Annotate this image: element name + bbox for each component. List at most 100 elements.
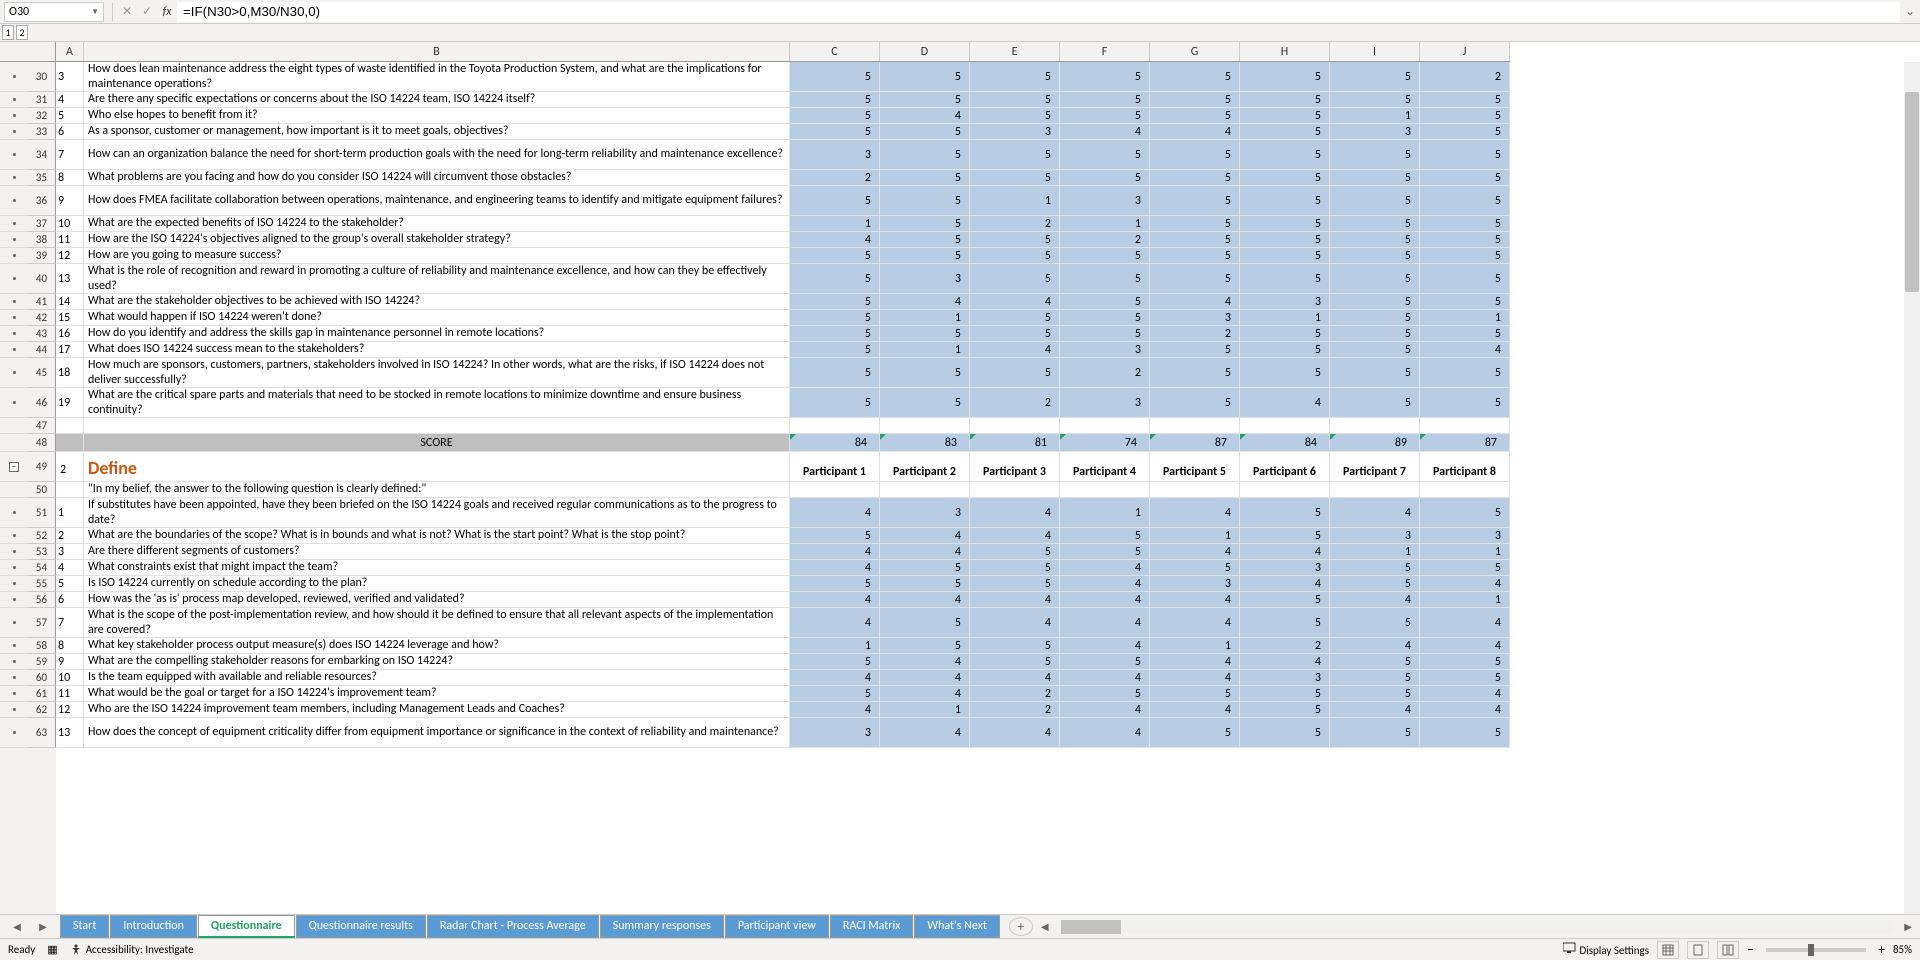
cell-G43[interactable]: 2 [1150, 326, 1240, 342]
cell-G53[interactable]: 4 [1150, 544, 1240, 560]
cell-I44[interactable]: 5 [1330, 342, 1420, 358]
cell-B38[interactable]: How are the ISO 14224's objectives align… [84, 232, 790, 248]
cell-I34[interactable]: 5 [1330, 140, 1420, 170]
tab-nav-next-icon[interactable]: ▶ [39, 920, 47, 933]
cell-H52[interactable]: 5 [1240, 528, 1330, 544]
cell-B55[interactable]: Is ISO 14224 currently on schedule accor… [84, 576, 790, 592]
cell-I52[interactable]: 3 [1330, 528, 1420, 544]
hscroll-track[interactable] [1061, 920, 1893, 934]
row-header-53[interactable]: 53 [28, 544, 56, 560]
outline-cell[interactable] [0, 592, 28, 608]
cell-F41[interactable]: 5 [1060, 294, 1150, 310]
cell-I48[interactable]: 89 [1330, 434, 1420, 452]
cell-F60[interactable]: 4 [1060, 670, 1150, 686]
hscroll-right-icon[interactable]: ▶ [1904, 920, 1912, 933]
row-header-42[interactable]: 42 [28, 310, 56, 326]
cell-F57[interactable]: 4 [1060, 608, 1150, 638]
outline-cell[interactable] [0, 326, 28, 342]
cell-G37[interactable]: 5 [1150, 216, 1240, 232]
cell-A59[interactable]: 9 [56, 654, 84, 670]
cell-J44[interactable]: 4 [1420, 342, 1510, 358]
cell-H55[interactable]: 4 [1240, 576, 1330, 592]
cell-D61[interactable]: 4 [880, 686, 970, 702]
cell-I31[interactable]: 5 [1330, 92, 1420, 108]
cell-A37[interactable]: 10 [56, 216, 84, 232]
cell-D55[interactable]: 5 [880, 576, 970, 592]
cell-B43[interactable]: How do you identify and address the skil… [84, 326, 790, 342]
cell-J37[interactable]: 5 [1420, 216, 1510, 232]
cell-B61[interactable]: What would be the goal or target for a I… [84, 686, 790, 702]
row-header-55[interactable]: 55 [28, 576, 56, 592]
display-settings-button[interactable]: Display Settings [1563, 942, 1649, 957]
cell-F40[interactable]: 5 [1060, 264, 1150, 294]
outline-cell[interactable] [0, 310, 28, 326]
cell-J39[interactable]: 5 [1420, 248, 1510, 264]
row-header-35[interactable]: 35 [28, 170, 56, 186]
cell-G38[interactable]: 5 [1150, 232, 1240, 248]
outline-cell[interactable] [0, 264, 28, 294]
cell-H51[interactable]: 5 [1240, 498, 1330, 528]
sheet-tab-introduction[interactable]: Introduction [110, 915, 197, 938]
cell-J35[interactable]: 5 [1420, 170, 1510, 186]
cell-E50[interactable] [970, 482, 1060, 498]
cell-F33[interactable]: 4 [1060, 124, 1150, 140]
page-layout-view-button[interactable] [1687, 941, 1709, 959]
outline-cell[interactable] [0, 434, 28, 452]
cell-G35[interactable]: 5 [1150, 170, 1240, 186]
row-header-33[interactable]: 33 [28, 124, 56, 140]
cell-I49[interactable]: Participant 7 [1330, 452, 1420, 482]
cell-C50[interactable] [790, 482, 880, 498]
cell-B59[interactable]: What are the compelling stakeholder reas… [84, 654, 790, 670]
cell-F34[interactable]: 5 [1060, 140, 1150, 170]
cell-A62[interactable]: 12 [56, 702, 84, 718]
cell-H45[interactable]: 5 [1240, 358, 1330, 388]
cell-C63[interactable]: 3 [790, 718, 880, 748]
row-header-51[interactable]: 51 [28, 498, 56, 528]
cell-G36[interactable]: 5 [1150, 186, 1240, 216]
cell-C54[interactable]: 4 [790, 560, 880, 576]
column-header-J[interactable]: J [1420, 42, 1510, 61]
cell-E30[interactable]: 5 [970, 62, 1060, 92]
outline-cell[interactable] [0, 62, 28, 92]
sheet-tab-questionnaire[interactable]: Questionnaire [198, 915, 295, 938]
cell-C35[interactable]: 2 [790, 170, 880, 186]
cell-E62[interactable]: 2 [970, 702, 1060, 718]
cell-C55[interactable]: 5 [790, 576, 880, 592]
cell-J36[interactable]: 5 [1420, 186, 1510, 216]
outline-cell[interactable] [0, 124, 28, 140]
cell-H40[interactable]: 5 [1240, 264, 1330, 294]
cell-G56[interactable]: 4 [1150, 592, 1240, 608]
cell-C33[interactable]: 5 [790, 124, 880, 140]
row-header-47[interactable]: 47 [28, 418, 56, 434]
cell-H47[interactable] [1240, 418, 1330, 434]
horizontal-scrollbar[interactable]: ◀ ▶ [1041, 920, 1912, 934]
cell-G63[interactable]: 5 [1150, 718, 1240, 748]
cell-D46[interactable]: 5 [880, 388, 970, 418]
outline-cell[interactable] [0, 418, 28, 434]
cell-F52[interactable]: 5 [1060, 528, 1150, 544]
cell-A52[interactable]: 2 [56, 528, 84, 544]
cell-A32[interactable]: 5 [56, 108, 84, 124]
cell-H35[interactable]: 5 [1240, 170, 1330, 186]
cell-H30[interactable]: 5 [1240, 62, 1330, 92]
row-header-37[interactable]: 37 [28, 216, 56, 232]
cell-I45[interactable]: 5 [1330, 358, 1420, 388]
cell-B35[interactable]: What problems are you facing and how do … [84, 170, 790, 186]
cell-J54[interactable]: 5 [1420, 560, 1510, 576]
cell-D33[interactable]: 5 [880, 124, 970, 140]
row-header-46[interactable]: 46 [28, 388, 56, 418]
cell-A48[interactable] [56, 434, 84, 452]
cell-A38[interactable]: 11 [56, 232, 84, 248]
cell-D39[interactable]: 5 [880, 248, 970, 264]
cell-D42[interactable]: 1 [880, 310, 970, 326]
cell-I57[interactable]: 5 [1330, 608, 1420, 638]
row-header-43[interactable]: 43 [28, 326, 56, 342]
cell-E58[interactable]: 5 [970, 638, 1060, 654]
cell-C38[interactable]: 4 [790, 232, 880, 248]
cell-G57[interactable]: 4 [1150, 608, 1240, 638]
name-box-dropdown-icon[interactable]: ▼ [91, 7, 99, 17]
cell-J34[interactable]: 5 [1420, 140, 1510, 170]
tab-nav-prev-icon[interactable]: ◀ [13, 920, 21, 933]
cell-I50[interactable] [1330, 482, 1420, 498]
cell-F39[interactable]: 5 [1060, 248, 1150, 264]
